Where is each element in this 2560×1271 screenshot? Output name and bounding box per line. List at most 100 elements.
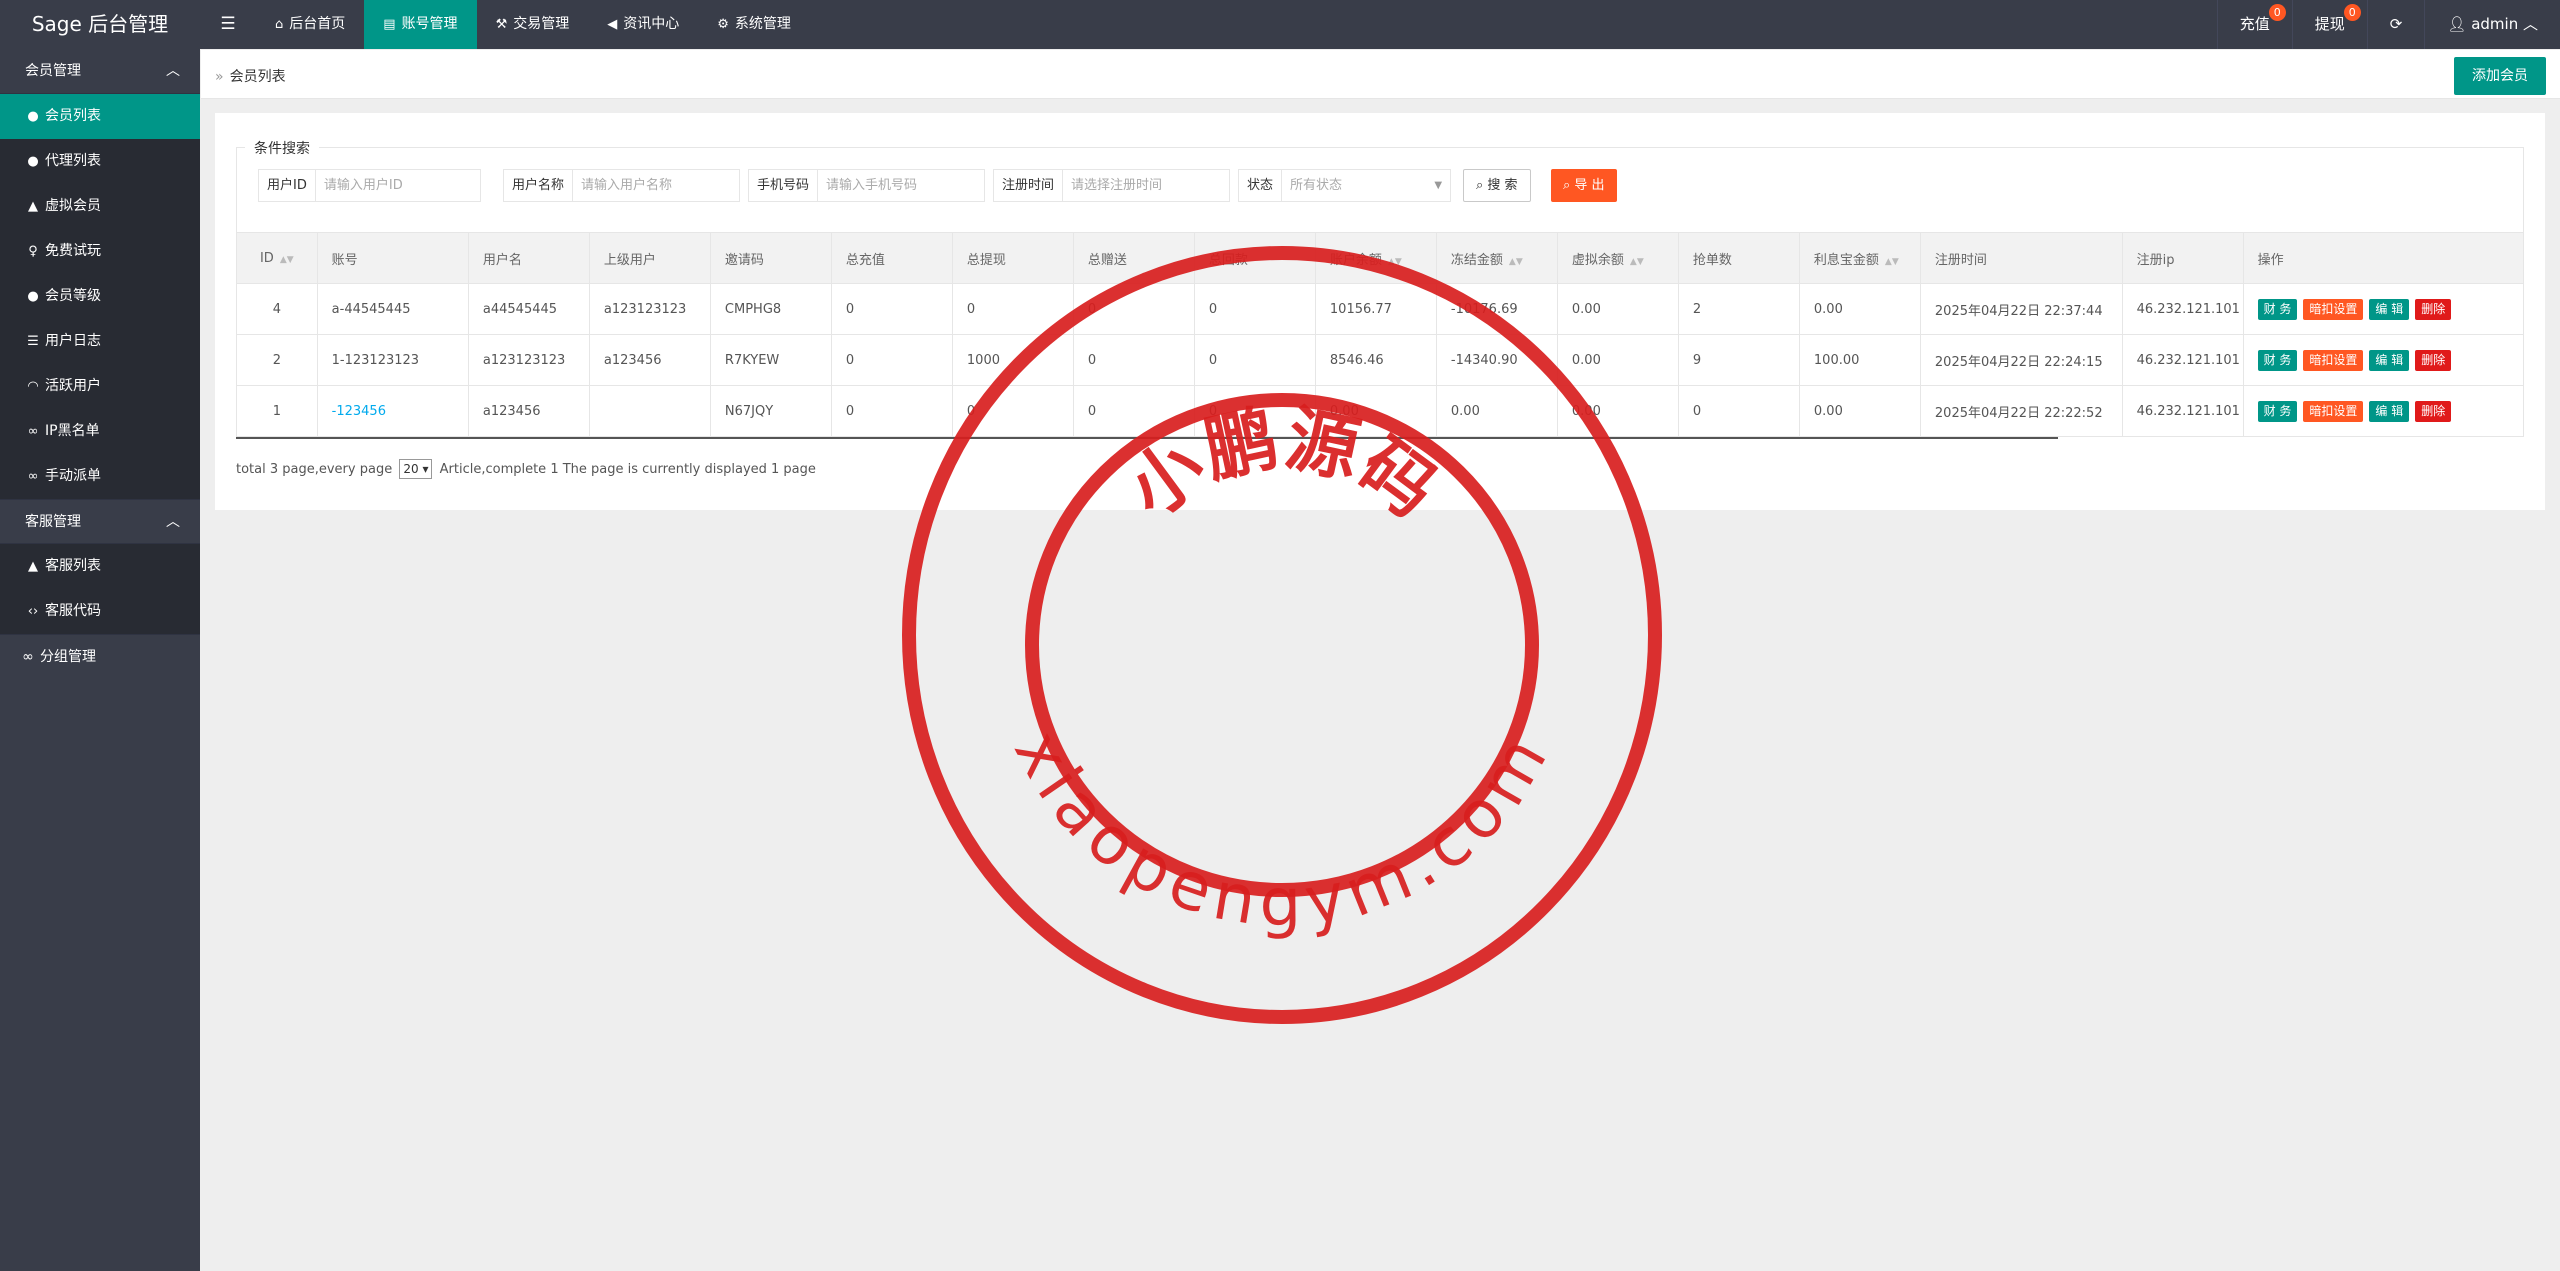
table-row: 2 1-123123123 a123123123 a123456 R7KYEW … [236, 334, 2524, 386]
withdraw-link[interactable]: 提现 0 [2291, 0, 2367, 49]
cell-reg-time: 2025年04月22日 22:37:44 [1919, 283, 2123, 335]
sidebar-item-label: 用户日志 [45, 333, 101, 349]
sidebar-item-service-list[interactable]: ▲ 客服列表 [0, 544, 200, 589]
group-icon: ● [27, 289, 39, 304]
delete-button[interactable]: 删除 [2415, 400, 2452, 422]
column-header[interactable]: 虚拟余额 ▲▼ [1556, 232, 1679, 284]
column-header-label: 冻结金额 [1450, 252, 1503, 268]
column-header-label: 操作 [2257, 252, 2284, 268]
sort-icon[interactable]: ▲▼ [1388, 257, 1402, 267]
app-title[interactable]: Sage 后台管理 [0, 0, 200, 49]
sidebar-item-label: 会员列表 [45, 108, 101, 124]
cell-interest-amount: 0.00 [1798, 283, 1921, 335]
nav-news-center[interactable]: ◀ 资讯中心 [588, 0, 698, 49]
sort-icon[interactable]: ▲▼ [1509, 257, 1523, 267]
phone-filter: 手机号码 [748, 169, 986, 202]
nav-home[interactable]: ⌂ 后台首页 [256, 0, 364, 49]
cell-interest-amount: 100.00 [1798, 334, 1921, 386]
sort-icon[interactable]: ▲▼ [280, 255, 294, 265]
reg-time-label: 注册时间 [994, 170, 1064, 201]
column-header[interactable]: 利息宝金额 ▲▼ [1798, 232, 1921, 284]
sidebar-item-member-list[interactable]: ● 会员列表 [0, 94, 200, 139]
nav-system-management[interactable]: ⚙ 系统管理 [698, 0, 810, 49]
column-header[interactable]: 冻结金额 ▲▼ [1435, 232, 1558, 284]
per-page-select[interactable]: 20 ▾ [399, 459, 433, 479]
breadcrumb-current[interactable]: 会员列表 [230, 69, 286, 85]
nav-account-management[interactable]: ▤ 账号管理 [364, 0, 477, 49]
list-icon: ☰ [27, 334, 39, 349]
sort-icon[interactable]: ▲▼ [1630, 257, 1644, 267]
user-id-filter: 用户ID [258, 169, 481, 202]
username-input[interactable] [573, 170, 740, 201]
column-header[interactable]: 账户余额 ▲▼ [1314, 232, 1437, 284]
cell-username: a123456 [467, 385, 590, 437]
cell-account: a-44545445 [316, 283, 469, 335]
refresh-icon[interactable]: ⟳ [2366, 0, 2425, 49]
delete-button[interactable]: 删除 [2415, 349, 2452, 371]
nav-label: 交易管理 [513, 16, 570, 32]
recharge-link[interactable]: 充值 0 [2216, 0, 2292, 49]
column-header: 注册ip [2121, 232, 2244, 284]
sidebar-item-user-logs[interactable]: ☰ 用户日志 [0, 319, 200, 364]
sidebar-item-virtual-members[interactable]: ▲ 虚拟会员 [0, 184, 200, 229]
cell-total-recharge: 0 [830, 385, 953, 437]
deduction-settings-button[interactable]: 暗扣设置 [2303, 298, 2364, 320]
column-header: 抢单数 [1677, 232, 1800, 284]
column-header-label: 总提现 [966, 252, 1006, 268]
cell-account-link[interactable]: -123456 [316, 385, 469, 437]
sidebar-item-member-levels[interactable]: ● 会员等级 [0, 274, 200, 319]
finance-button[interactable]: 财 务 [2257, 349, 2298, 371]
sort-icon[interactable]: ▲▼ [1885, 257, 1899, 267]
status-select[interactable]: 所有状态 ▼ [1282, 170, 1450, 201]
edit-button[interactable]: 编 辑 [2369, 298, 2410, 320]
user-secret-icon: ▲ [28, 199, 38, 214]
phone-label: 手机号码 [749, 170, 819, 201]
finance-button[interactable]: 财 务 [2257, 298, 2298, 320]
export-button-label: 导 出 [1574, 178, 1605, 193]
search-icon: ⌕ [1563, 178, 1571, 193]
column-header: 用户名 [467, 232, 590, 284]
pager-prefix: total 3 page,every page [236, 462, 393, 477]
users-icon: ● [27, 154, 39, 169]
edit-button[interactable]: 编 辑 [2369, 349, 2410, 371]
deduction-settings-button[interactable]: 暗扣设置 [2303, 400, 2364, 422]
nav-label: 账号管理 [401, 16, 458, 32]
deduction-settings-button[interactable]: 暗扣设置 [2303, 349, 2364, 371]
top-nav: ⌂ 后台首页 ▤ 账号管理 ⚒ 交易管理 ◀ 资讯中心 ⚙ 系统管理 [256, 0, 810, 49]
sidebar-item-agent-list[interactable]: ● 代理列表 [0, 139, 200, 184]
finance-button[interactable]: 财 务 [2257, 400, 2298, 422]
phone-input[interactable] [818, 170, 985, 201]
cell-frozen: -10176.69 [1435, 283, 1558, 335]
nav-label: 系统管理 [734, 16, 791, 32]
edit-button[interactable]: 编 辑 [2369, 400, 2410, 422]
sidebar-item-group-management[interactable]: ∞ 分组管理 [0, 634, 200, 679]
column-header-label: 总回款 [1208, 252, 1248, 268]
horizontal-scrollbar[interactable] [236, 437, 2058, 439]
double-chevron-icon: » [215, 69, 224, 85]
user-name: admin [2471, 15, 2519, 33]
cell-reg-ip: 46.232.121.101 [2121, 334, 2244, 386]
user-menu[interactable]: 👤︎ admin ︿ [2424, 0, 2560, 49]
sidebar-group-members[interactable]: 会员管理 ︿ [0, 49, 200, 94]
cell-total-return: 0 [1193, 385, 1316, 437]
export-button[interactable]: ⌕ 导 出 [1551, 169, 1617, 202]
sidebar-item-free-trial[interactable]: ♀ 免费试玩 [0, 229, 200, 274]
search-button[interactable]: ⌕ 搜 索 [1463, 169, 1531, 202]
delete-button[interactable]: 删除 [2415, 298, 2452, 320]
nav-trade-management[interactable]: ⚒ 交易管理 [477, 0, 589, 49]
bullhorn-icon: ◀ [607, 17, 618, 32]
sidebar-item-active-users[interactable]: ◠ 活跃用户 [0, 364, 200, 409]
sidebar-item-service-code[interactable]: ‹› 客服代码 [0, 589, 200, 634]
sidebar-group-customer-service[interactable]: 客服管理 ︿ [0, 499, 200, 544]
column-header: 总回款 [1193, 232, 1316, 284]
menu-icon[interactable]: ☰ [205, 0, 251, 49]
cell-total-withdraw: 0 [951, 385, 1074, 437]
table-header-row: ID ▲▼ 账号 用户名 上级用户 邀请码 总充值 总提现 总赠送 总回款 账户余… [236, 232, 2524, 284]
chevron-up-icon: ︿ [166, 63, 180, 79]
column-header[interactable]: ID ▲▼ [236, 232, 318, 284]
reg-time-input[interactable] [1063, 170, 1230, 201]
add-member-button[interactable]: 添加会员 [2454, 57, 2546, 95]
user-id-input[interactable] [315, 170, 480, 201]
sidebar-item-ip-blacklist[interactable]: ∞ IP黑名单 [0, 409, 200, 454]
sidebar-item-manual-dispatch[interactable]: ∞ 手动派单 [0, 454, 200, 499]
